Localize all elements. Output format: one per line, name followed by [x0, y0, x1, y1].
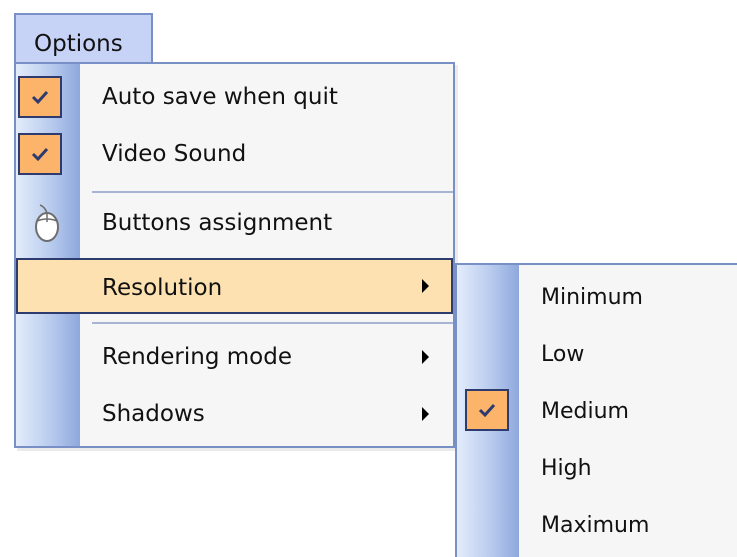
menu-item-rendering-mode[interactable]: Rendering mode — [16, 329, 453, 385]
menu-item-resolution[interactable]: Resolution — [16, 258, 453, 314]
submenu-arrow-icon — [422, 350, 429, 364]
mouse-icon — [35, 204, 59, 242]
submenu-item-maximum[interactable]: Maximum — [457, 497, 737, 554]
menu-item-buttons-assignment[interactable]: Buttons assignment — [16, 195, 453, 251]
menu-item-video-sound[interactable]: Video Sound — [16, 126, 453, 182]
resolution-submenu: Minimum Low Medium High Maximum — [455, 263, 737, 557]
menu-item-label: Resolution — [102, 275, 223, 301]
menu-item-label: Maximum — [541, 513, 650, 538]
menubar-item-options-label: Options — [34, 31, 123, 57]
checkmark-icon — [465, 389, 509, 431]
menu-item-label: High — [541, 456, 592, 481]
menu-separator — [92, 322, 453, 324]
menu-item-label: Medium — [541, 399, 629, 424]
menu-item-label: Minimum — [541, 285, 643, 310]
submenu-item-minimum[interactable]: Minimum — [457, 269, 737, 326]
checkmark-icon — [18, 133, 62, 175]
menu-item-label: Low — [541, 342, 585, 367]
submenu-arrow-icon — [422, 279, 429, 293]
menu-item-label: Buttons assignment — [102, 210, 333, 236]
screen: Options Auto save when quit Video Sound — [0, 0, 737, 557]
menu-item-label: Video Sound — [102, 141, 247, 167]
menubar-item-options[interactable]: Options — [14, 13, 153, 64]
submenu-arrow-icon — [422, 407, 429, 421]
submenu-item-high[interactable]: High — [457, 440, 737, 497]
menu-item-label: Rendering mode — [102, 344, 292, 370]
submenu-item-medium[interactable]: Medium — [457, 383, 737, 440]
menu-item-label: Auto save when quit — [102, 84, 338, 110]
menu-separator — [92, 191, 453, 193]
options-menu: Auto save when quit Video Sound Buttons … — [14, 62, 455, 448]
checkmark-icon — [18, 76, 62, 118]
menu-item-auto-save[interactable]: Auto save when quit — [16, 69, 453, 125]
submenu-item-low[interactable]: Low — [457, 326, 737, 383]
menu-item-label: Shadows — [102, 401, 205, 427]
menu-item-shadows[interactable]: Shadows — [16, 386, 453, 442]
